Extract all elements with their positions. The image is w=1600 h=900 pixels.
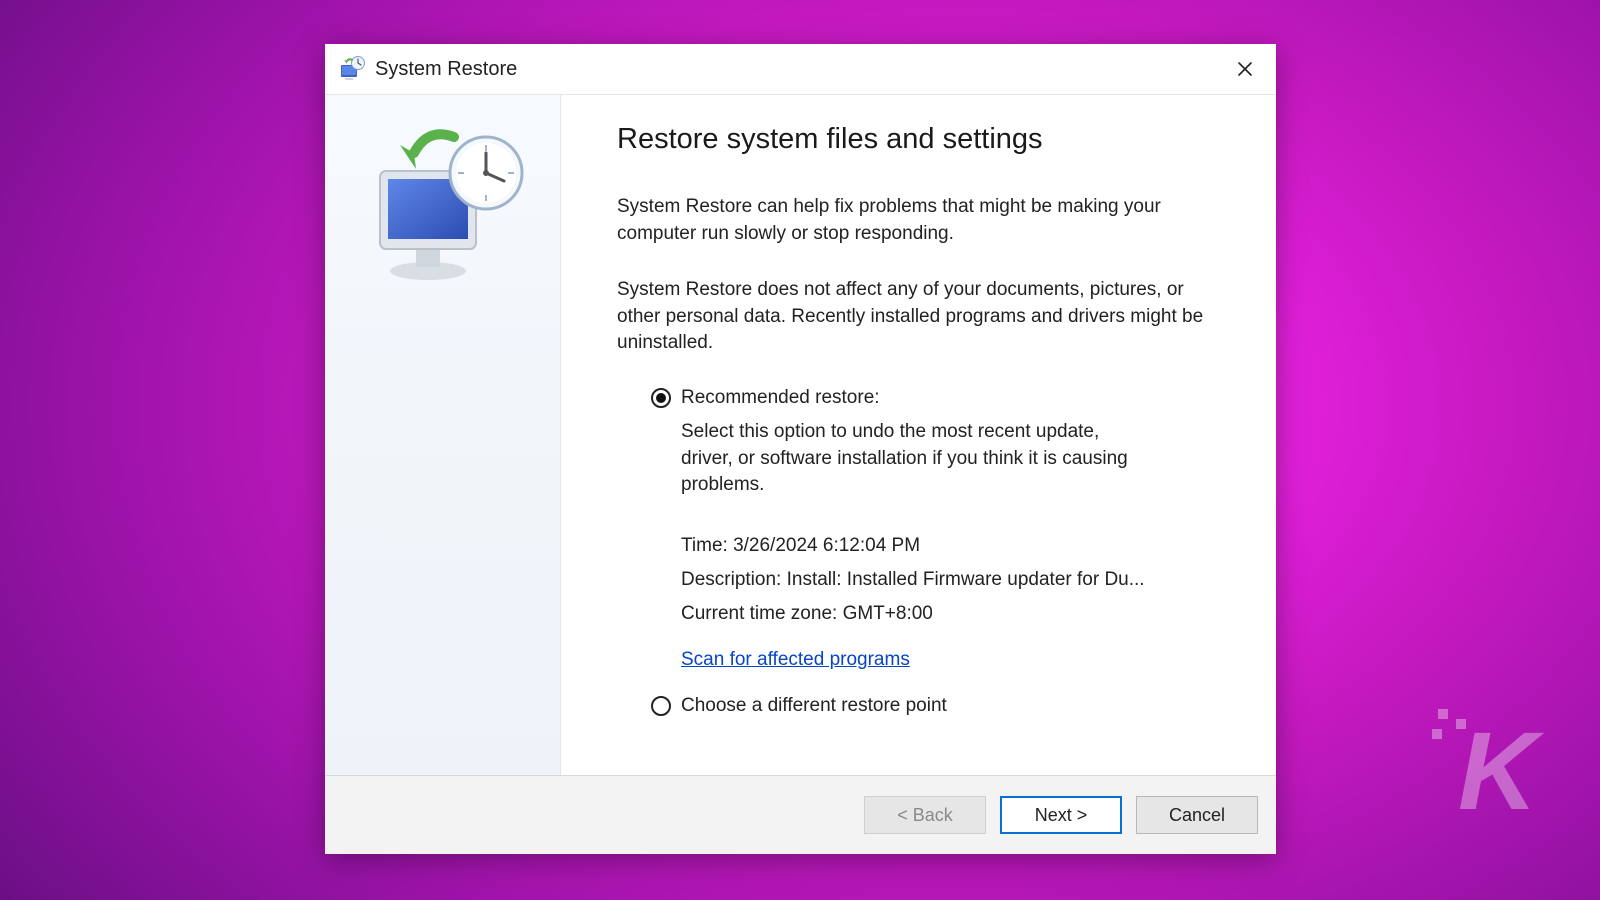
window-body: Restore system files and settings System…: [325, 94, 1276, 775]
option-choose-different: Choose a different restore point: [617, 695, 1220, 717]
close-icon: [1237, 61, 1253, 77]
window-title: System Restore: [375, 58, 517, 81]
radio-choose-different[interactable]: Choose a different restore point: [651, 695, 1220, 717]
next-button[interactable]: Next >: [1000, 796, 1122, 834]
system-restore-illustration-icon: [358, 123, 528, 293]
recommended-description: Select this option to undo the most rece…: [681, 419, 1151, 499]
radio-unselected-icon: [651, 696, 671, 716]
cancel-button[interactable]: Cancel: [1136, 796, 1258, 834]
watermark-logo: K: [1430, 705, 1570, 830]
system-restore-app-icon: [339, 56, 365, 82]
intro-para-1: System Restore can help fix problems tha…: [617, 194, 1197, 247]
radio-choose-label: Choose a different restore point: [681, 695, 947, 717]
restore-timezone: Current time zone: GMT+8:00: [681, 597, 1220, 631]
page-heading: Restore system files and settings: [617, 123, 1220, 156]
wizard-content: Restore system files and settings System…: [561, 95, 1276, 775]
option-recommended: Recommended restore: Select this option …: [617, 387, 1220, 671]
restore-description: Description: Install: Installed Firmware…: [681, 563, 1220, 597]
titlebar: System Restore: [325, 44, 1276, 94]
scan-affected-programs-link[interactable]: Scan for affected programs: [681, 649, 910, 670]
radio-recommended-restore[interactable]: Recommended restore:: [651, 387, 1220, 409]
radio-selected-icon: [651, 388, 671, 408]
wizard-footer: < Back Next > Cancel: [325, 775, 1276, 854]
back-button: < Back: [864, 796, 986, 834]
desktop-background: System Restore: [0, 0, 1600, 900]
close-button[interactable]: [1222, 52, 1268, 86]
wizard-sidebar: [325, 95, 561, 775]
svg-text:K: K: [1458, 710, 1545, 825]
intro-para-2: System Restore does not affect any of yo…: [617, 277, 1207, 357]
system-restore-window: System Restore: [325, 44, 1276, 854]
restore-time: Time: 3/26/2024 6:12:04 PM: [681, 529, 1220, 563]
radio-recommended-label: Recommended restore:: [681, 387, 880, 409]
